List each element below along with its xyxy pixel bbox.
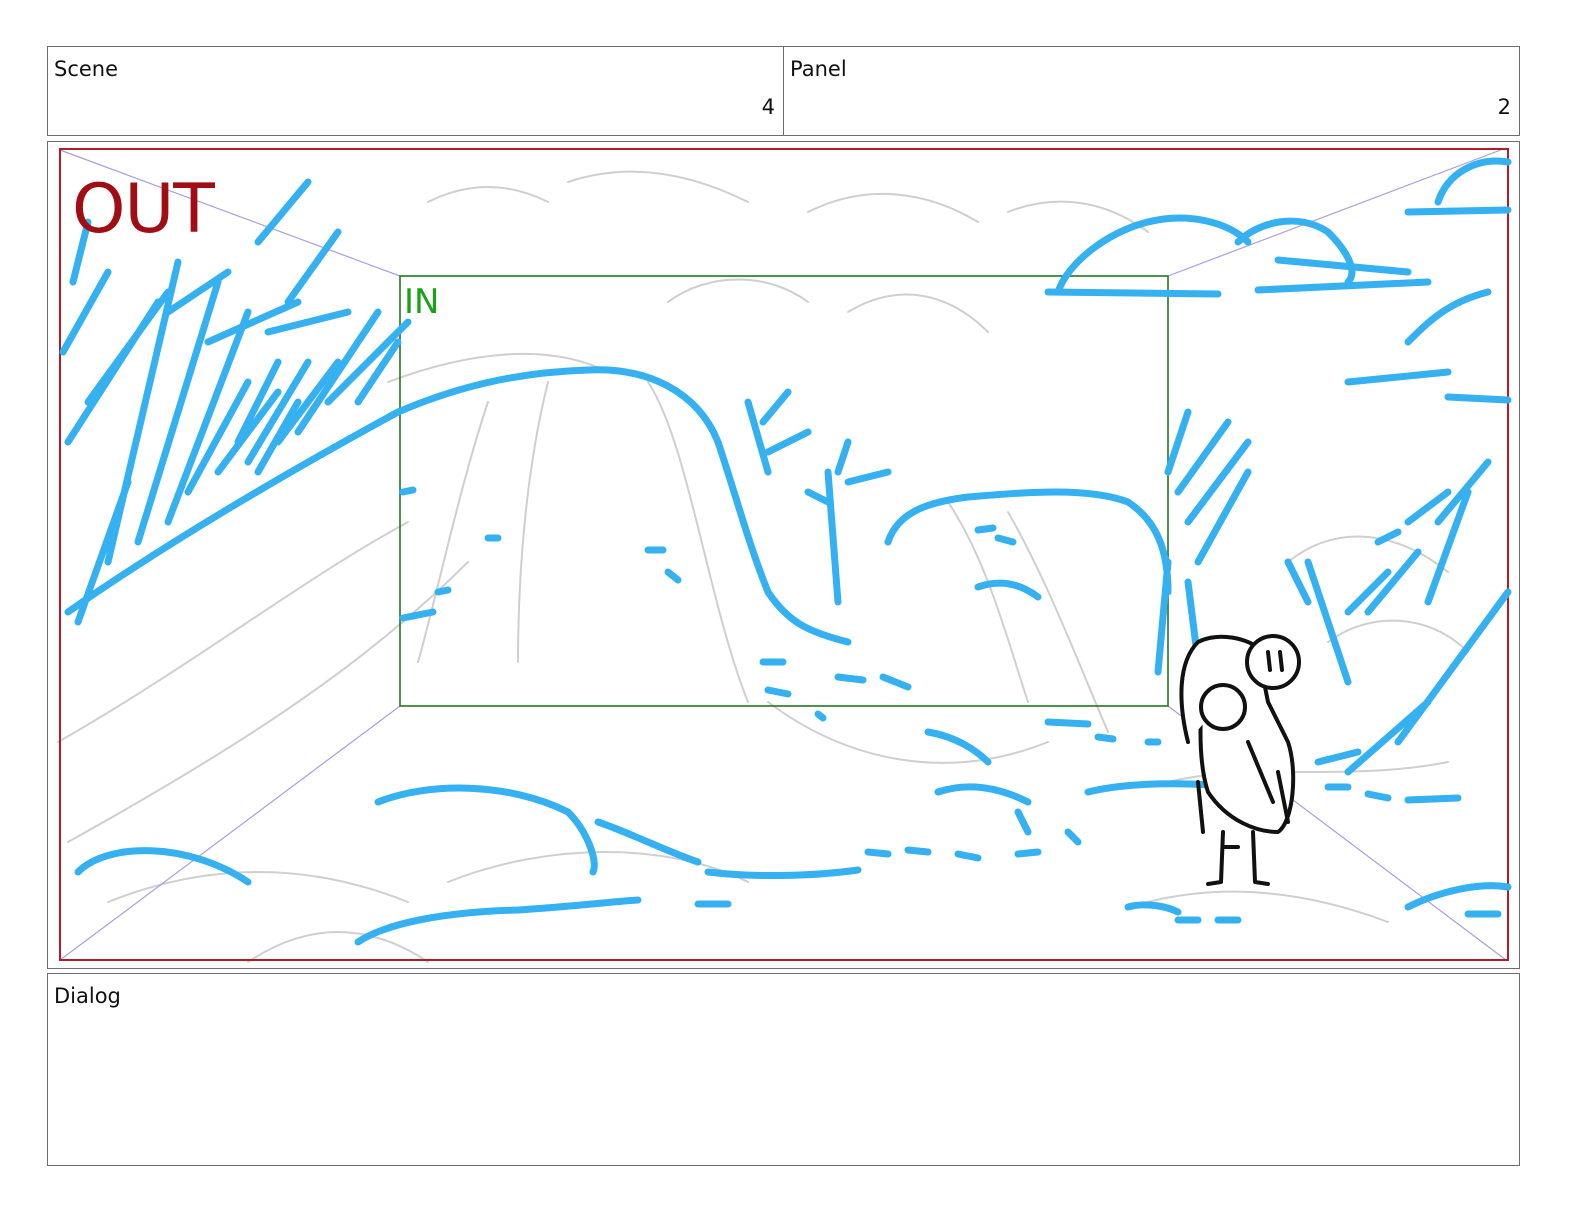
dialog-box[interactable]: Dialog: [47, 973, 1520, 1166]
panel-cell: Panel 2: [783, 46, 1520, 136]
dialog-text[interactable]: [54, 1018, 1513, 1159]
panel-number: 2: [1497, 95, 1511, 119]
character-drawing: [1179, 634, 1301, 886]
storyboard-drawing: [57, 147, 1512, 963]
scene-number: 4: [761, 95, 775, 119]
dialog-label: Dialog: [54, 984, 121, 1008]
panel-label: Panel: [790, 57, 847, 81]
scene-label: Scene: [54, 57, 119, 81]
out-label: OUT: [72, 170, 215, 249]
blue-strokes: [59, 157, 1512, 946]
perspective-lines: [59, 147, 1507, 961]
storyboard-frame: OUT IN: [47, 141, 1520, 969]
out-frame: [59, 148, 1509, 961]
in-label: IN: [404, 282, 440, 322]
scene-cell: Scene 4: [47, 46, 784, 136]
